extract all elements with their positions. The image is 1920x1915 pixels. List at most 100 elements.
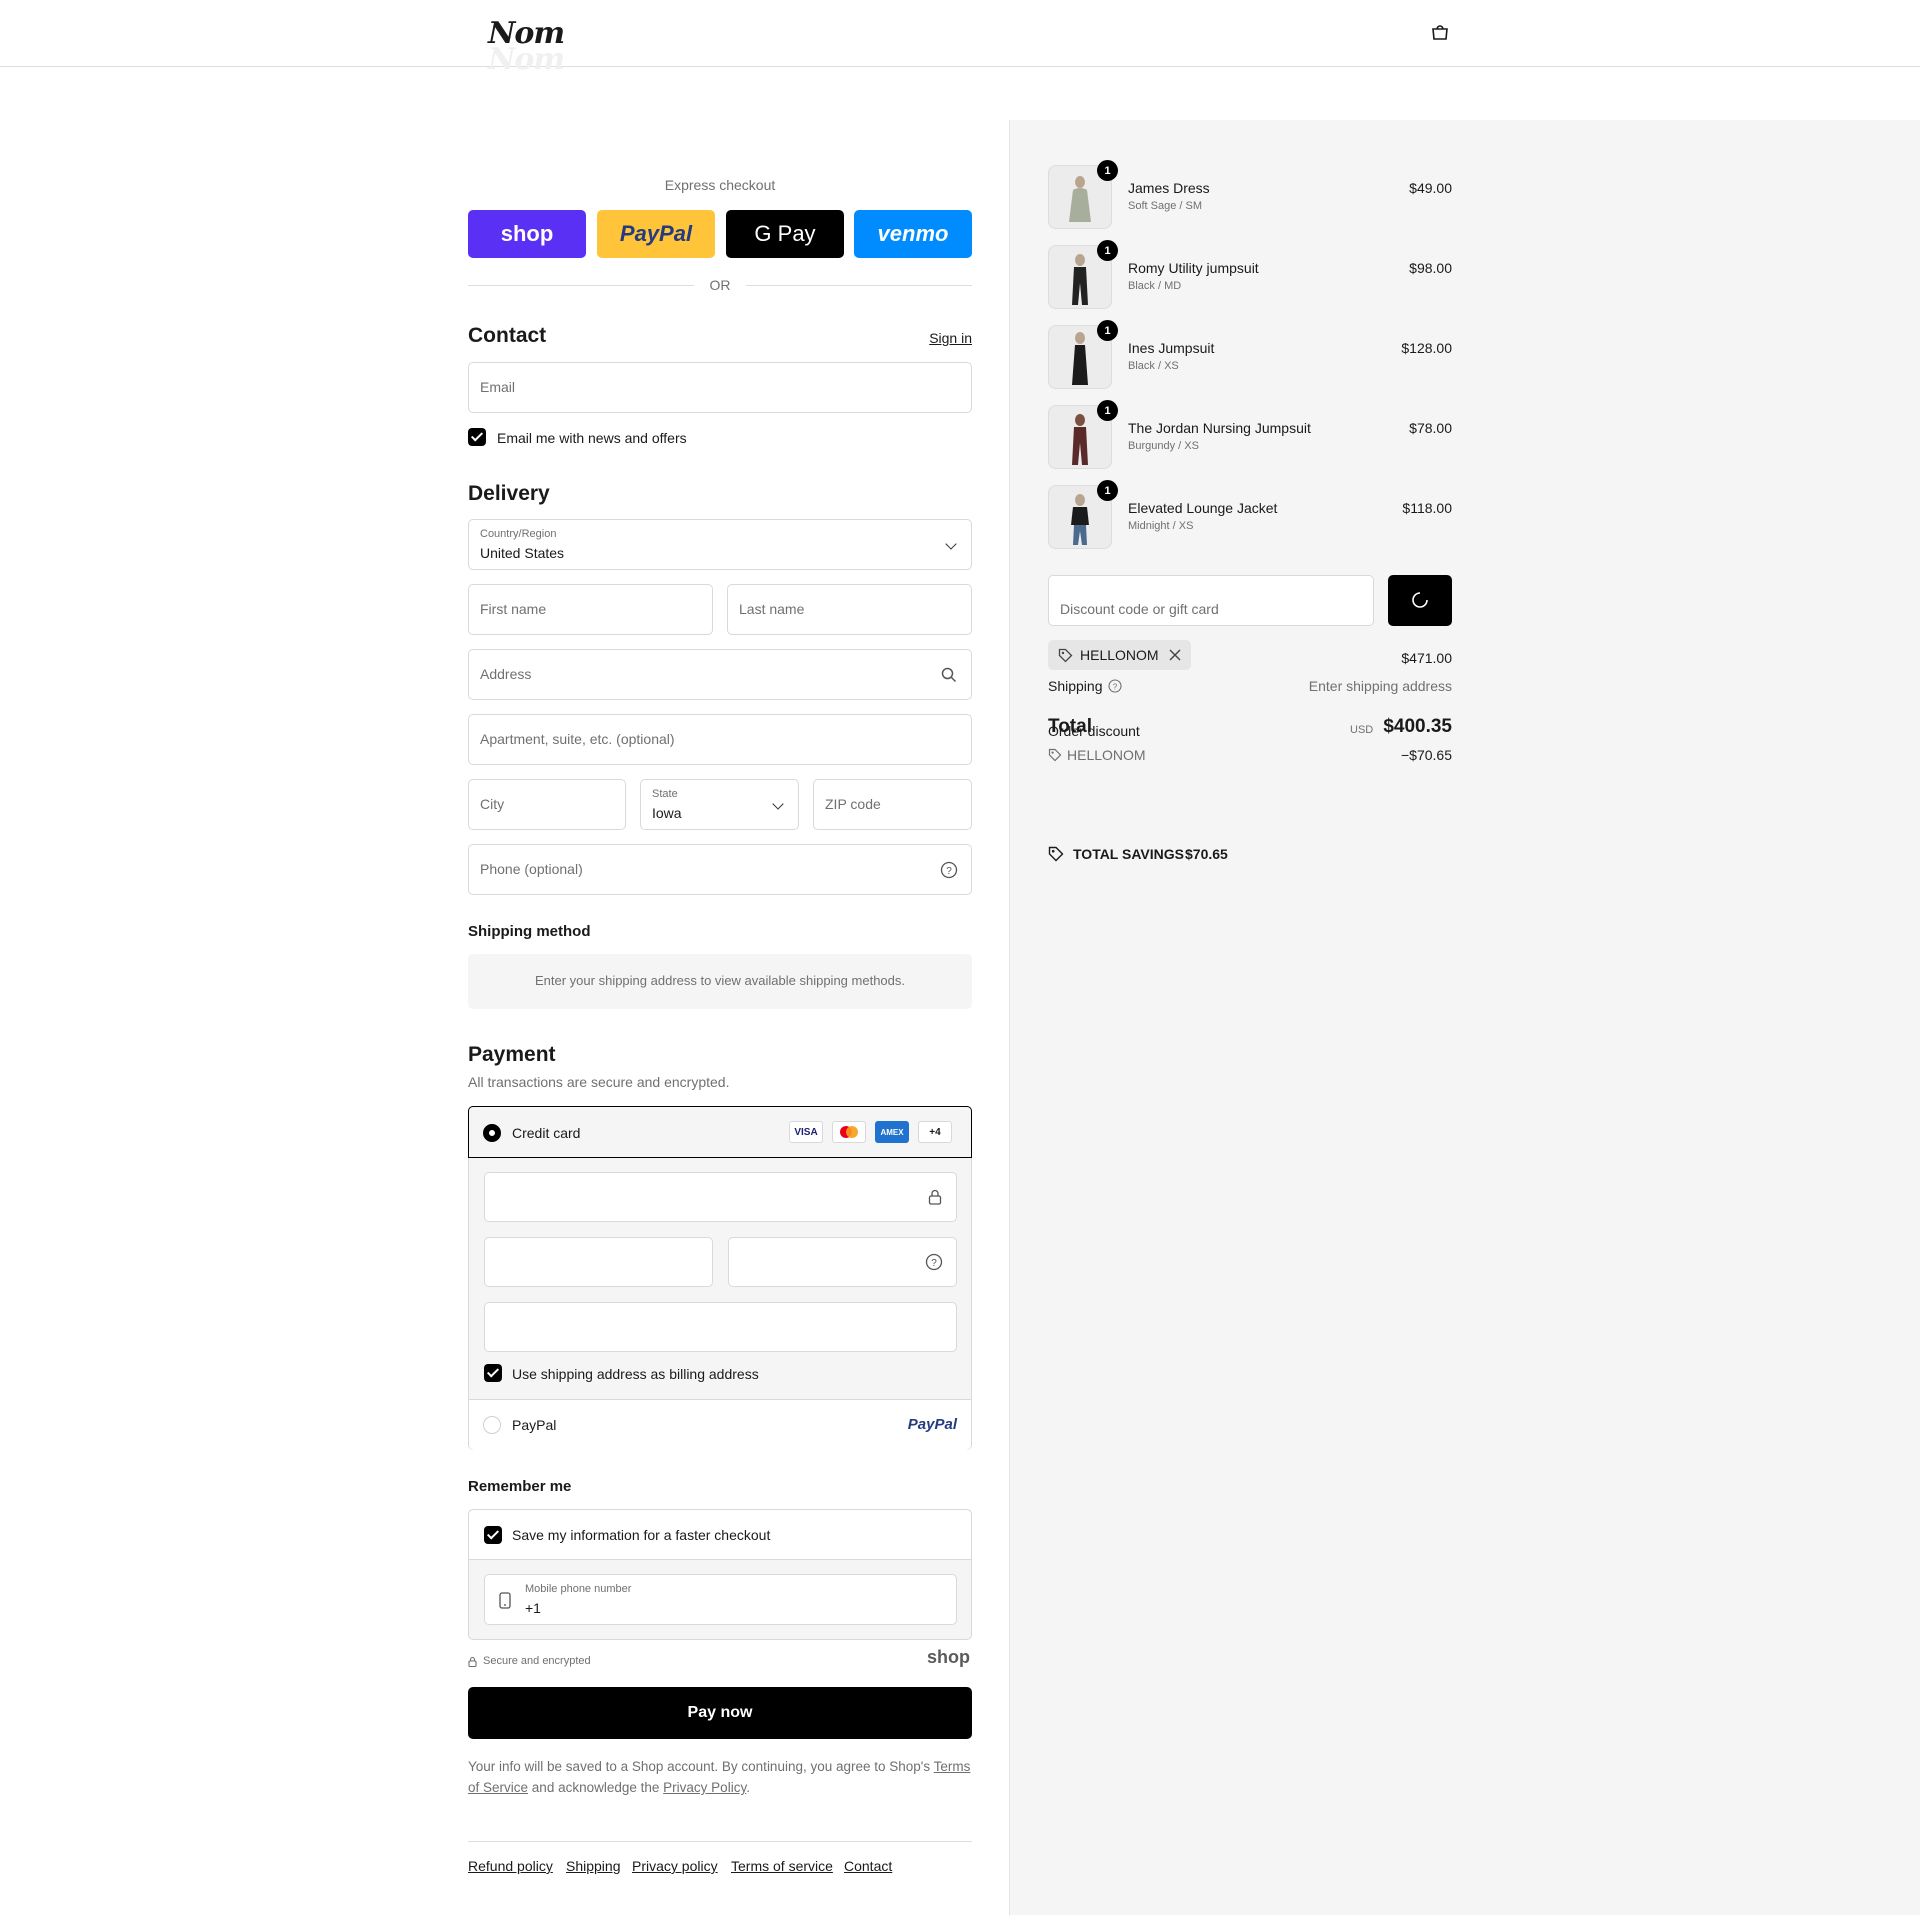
expiration-field[interactable]: [484, 1237, 713, 1287]
city-field[interactable]: City: [468, 779, 626, 830]
item-quantity-badge: 1: [1097, 240, 1118, 261]
shipping-label: Shipping: [1048, 678, 1103, 694]
legal-text-1: Your info will be saved to a Shop accoun…: [468, 1759, 931, 1774]
last-name-placeholder: Last name: [739, 601, 805, 617]
svg-text:?: ?: [946, 866, 952, 877]
phone-field[interactable]: Phone (optional) ?: [468, 844, 972, 895]
total-value: $400.35: [1383, 716, 1452, 737]
contact-heading: Contact: [468, 324, 547, 347]
address-placeholder: Address: [480, 666, 532, 682]
item-variant: Black / MD: [1128, 280, 1182, 292]
country-value: United States: [480, 545, 565, 561]
first-name-field[interactable]: First name: [468, 584, 713, 635]
item-price: $49.00: [1409, 180, 1452, 196]
shop-pay-button[interactable]: shop: [468, 210, 586, 258]
visa-icon: VISA: [789, 1121, 823, 1143]
mastercard-icon: [832, 1121, 866, 1143]
site-header: Nom Nom: [0, 0, 1920, 77]
remember-me-box: Save my information for a faster checkou…: [468, 1509, 972, 1640]
paypal-option[interactable]: PayPal PayPal: [469, 1399, 971, 1450]
item-quantity-badge: 1: [1097, 160, 1118, 181]
footer-refund-policy[interactable]: Refund policy: [468, 1858, 553, 1874]
apartment-field[interactable]: Apartment, suite, etc. (optional): [468, 714, 972, 765]
close-icon[interactable]: [1169, 649, 1181, 661]
remember-me-heading: Remember me: [468, 1478, 572, 1495]
express-checkout-label: Express checkout: [664, 177, 776, 193]
secure-encrypted-label: Secure and encrypted: [483, 1655, 591, 1667]
subtotal-value: $471.00: [1401, 650, 1452, 666]
chevron-down-icon: [772, 798, 784, 810]
item-variant: Black / XS: [1128, 360, 1179, 372]
discount-amount: −$70.65: [1401, 747, 1452, 763]
pay-now-button[interactable]: Pay now: [468, 1687, 972, 1739]
legal-period: .: [746, 1780, 750, 1795]
item-quantity-badge: 1: [1097, 400, 1118, 421]
sign-in-link[interactable]: Sign in: [929, 330, 972, 346]
email-placeholder: Email: [480, 379, 516, 395]
save-info-checkbox[interactable]: [484, 1526, 502, 1544]
amex-icon: AMEX: [875, 1121, 909, 1143]
email-field[interactable]: Email: [468, 362, 972, 413]
state-select[interactable]: State Iowa: [640, 779, 799, 830]
zip-placeholder: ZIP code: [825, 796, 881, 812]
applied-discount-code: HELLONOM: [1067, 747, 1146, 763]
footer-contact[interactable]: Contact: [844, 1858, 892, 1874]
discount-tag: HELLONOM: [1048, 640, 1191, 670]
payment-heading: Payment: [468, 1043, 556, 1066]
item-variant: Soft Sage / SM: [1128, 200, 1202, 212]
address-field[interactable]: Address: [468, 649, 972, 700]
privacy-policy-link[interactable]: Privacy Policy: [663, 1780, 746, 1795]
mobile-value: +1: [525, 1600, 541, 1616]
help-icon[interactable]: ?: [1108, 679, 1122, 693]
mobile-label: Mobile phone number: [525, 1583, 632, 1595]
payment-subtitle: All transactions are secure and encrypte…: [468, 1074, 730, 1090]
currency-code: USD: [1350, 724, 1374, 736]
lock-icon: [468, 1656, 477, 1667]
country-label: Country/Region: [480, 528, 557, 540]
footer-shipping[interactable]: Shipping: [566, 1858, 621, 1874]
google-pay-button[interactable]: G Pay: [726, 210, 844, 258]
venmo-button[interactable]: venmo: [854, 210, 972, 258]
billing-same-label: Use shipping address as billing address: [512, 1366, 759, 1382]
item-name: The Jordan Nursing Jumpsuit: [1128, 420, 1311, 436]
card-number-field[interactable]: [484, 1172, 957, 1222]
country-select[interactable]: Country/Region United States: [468, 519, 972, 570]
apply-discount-button[interactable]: [1388, 575, 1452, 626]
legal-text: Your info will be saved to a Shop accoun…: [468, 1756, 972, 1798]
billing-same-checkbox[interactable]: [484, 1364, 502, 1382]
or-text: OR: [709, 277, 731, 293]
shop-logo: shop: [927, 1647, 970, 1667]
lock-icon: [928, 1189, 942, 1205]
store-logo-shadow: Nom: [488, 42, 565, 77]
paypal-button[interactable]: PayPal: [597, 210, 715, 258]
phone-icon: [499, 1592, 511, 1609]
footer-terms-of-service[interactable]: Terms of service: [731, 1858, 833, 1874]
name-on-card-field[interactable]: [484, 1302, 957, 1352]
help-icon[interactable]: ?: [940, 861, 958, 879]
legal-text-2: and acknowledge the: [531, 1780, 660, 1795]
news-checkbox[interactable]: [468, 428, 486, 446]
zip-field[interactable]: ZIP code: [813, 779, 972, 830]
more-cards-badge: +4: [918, 1121, 952, 1143]
paypal-radio[interactable]: [483, 1416, 501, 1434]
city-placeholder: City: [480, 796, 505, 812]
discount-code-field[interactable]: Discount code or gift card: [1048, 575, 1374, 626]
item-name: Romy Utility jumpsuit: [1128, 260, 1259, 276]
help-icon[interactable]: ?: [925, 1253, 943, 1271]
shipping-method-box: Enter your shipping address to view avai…: [468, 954, 972, 1009]
chevron-down-icon: [945, 538, 957, 550]
news-label: Email me with news and offers: [497, 430, 687, 446]
last-name-field[interactable]: Last name: [727, 584, 972, 635]
spinner-icon: [1412, 592, 1428, 608]
save-info-label: Save my information for a faster checkou…: [512, 1527, 771, 1543]
mobile-phone-field[interactable]: Mobile phone number +1: [484, 1574, 957, 1625]
credit-card-option[interactable]: Credit card VISA AMEX +4: [468, 1106, 972, 1158]
shipping-method-heading: Shipping method: [468, 923, 591, 940]
footer-privacy-policy[interactable]: Privacy policy: [632, 1858, 718, 1874]
save-info-row[interactable]: Save my information for a faster checkou…: [469, 1510, 971, 1560]
credit-card-radio[interactable]: [483, 1124, 501, 1142]
item-price: $128.00: [1401, 340, 1452, 356]
shipping-method-message: Enter your shipping address to view avai…: [535, 973, 905, 988]
security-code-field[interactable]: ?: [728, 1237, 957, 1287]
tag-icon: [1048, 846, 1064, 862]
